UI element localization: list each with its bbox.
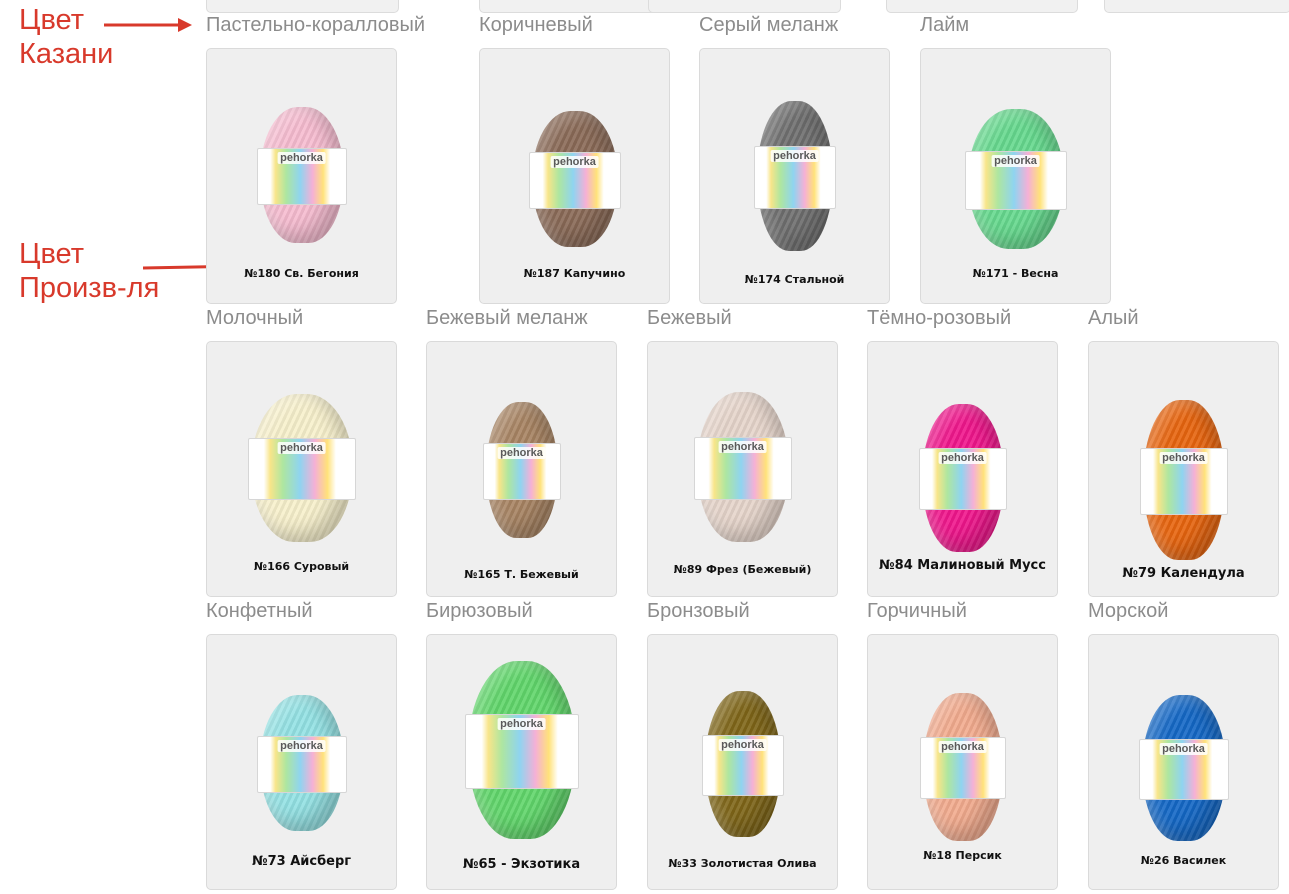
manufacturer-color-annotation: Цвет Произв-ля [19, 237, 159, 305]
yarn-label-band: pehorka [1138, 739, 1229, 800]
brand-logo: pehorka [1159, 743, 1208, 755]
manufacturer-color-label: №89 Фрез (Бежевый) [673, 563, 812, 576]
yarn-label-band: pehorka [964, 151, 1067, 210]
yarn-label-band: pehorka [247, 438, 356, 500]
yarn-label-band: pehorka [256, 148, 347, 205]
yarn-label-band: pehorka [918, 448, 1007, 510]
brand-logo: pehorka [718, 441, 767, 453]
brand-logo: pehorka [497, 447, 546, 459]
yarn-label-band: pehorka [528, 152, 621, 209]
card-stub [886, 0, 1078, 13]
kazan-color-name: Бронзовый [647, 600, 750, 622]
brand-logo: pehorka [770, 150, 819, 162]
brand-logo: pehorka [938, 741, 987, 753]
annotation-text: Цвет Казани [19, 4, 114, 70]
kazan-color-name: Бежевый [647, 307, 732, 329]
yarn-product-card[interactable]: pehorka №180 Св. Бегония [206, 48, 397, 304]
arrow-icon [104, 18, 192, 32]
kazan-color-name: Серый меланж [699, 14, 839, 36]
brand-logo: pehorka [277, 740, 326, 752]
manufacturer-color-label: №18 Персик [923, 849, 1002, 862]
card-stub [1104, 0, 1289, 13]
manufacturer-color-label: №174 Стальной [744, 273, 845, 286]
manufacturer-color-label: №73 Айсберг [251, 854, 352, 869]
kazan-color-name: Молочный [206, 307, 304, 329]
manufacturer-color-label: №79 Календула [1122, 566, 1245, 581]
yarn-product-card[interactable]: pehorka №165 Т. Бежевый [426, 341, 617, 597]
yarn-product-card[interactable]: pehorka №187 Капучино [479, 48, 670, 304]
brand-logo: pehorka [277, 152, 326, 164]
kazan-color-name: Морской [1088, 600, 1169, 622]
card-stub [206, 0, 399, 13]
kazan-color-name: Коричневый [479, 14, 593, 36]
yarn-label-band: pehorka [482, 443, 561, 500]
brand-logo: pehorka [991, 155, 1040, 167]
yarn-product-card[interactable]: pehorka №166 Суровый [206, 341, 397, 597]
manufacturer-color-label: №26 Василек [1140, 854, 1227, 867]
annotation-text: Цвет Произв-ля [19, 238, 160, 304]
kazan-color-name: Лайм [920, 14, 970, 36]
yarn-product-card[interactable]: pehorka №73 Айсберг [206, 634, 397, 890]
kazan-color-name: Бирюзовый [426, 600, 533, 622]
yarn-label-band: pehorka [919, 737, 1006, 799]
brand-logo: pehorka [497, 718, 546, 730]
yarn-product-card[interactable]: pehorka №33 Золотистая Олива [647, 634, 838, 890]
yarn-label-band: pehorka [1139, 448, 1228, 515]
yarn-product-card[interactable]: pehorka №26 Василек [1088, 634, 1279, 890]
yarn-label-band: pehorka [693, 437, 792, 500]
brand-logo: pehorka [1159, 452, 1208, 464]
kazan-color-name: Горчичный [867, 600, 967, 622]
yarn-label-band: pehorka [256, 736, 347, 793]
kazan-color-name: Конфетный [206, 600, 313, 622]
yarn-product-card[interactable]: pehorka №65 - Экзотика [426, 634, 617, 890]
brand-logo: pehorka [550, 156, 599, 168]
yarn-label-band: pehorka [464, 714, 579, 789]
brand-logo: pehorka [718, 739, 767, 751]
manufacturer-color-label: №187 Капучино [523, 267, 626, 280]
yarn-label-band: pehorka [701, 735, 784, 796]
manufacturer-color-label: №65 - Экзотика [462, 857, 581, 872]
yarn-product-card[interactable]: pehorka №79 Календула [1088, 341, 1279, 597]
kazan-color-name: Бежевый меланж [426, 307, 588, 329]
yarn-product-card[interactable]: pehorka №174 Стальной [699, 48, 890, 304]
brand-logo: pehorka [938, 452, 987, 464]
kazan-color-annotation: Цвет Казани [19, 3, 113, 71]
yarn-product-card[interactable]: pehorka №84 Малиновый Мусс [867, 341, 1058, 597]
yarn-label-band: pehorka [753, 146, 836, 209]
yarn-product-card[interactable]: pehorka №89 Фрез (Бежевый) [647, 341, 838, 597]
card-stub [648, 0, 841, 13]
manufacturer-color-label: №165 Т. Бежевый [464, 568, 579, 581]
kazan-color-name: Алый [1088, 307, 1139, 329]
kazan-color-name: Тёмно-розовый [867, 307, 1012, 329]
manufacturer-color-label: №171 - Весна [972, 267, 1059, 280]
manufacturer-color-label: №180 Св. Бегония [244, 267, 359, 280]
manufacturer-color-label: №33 Золотистая Олива [668, 857, 817, 870]
yarn-product-card[interactable]: pehorka №171 - Весна [920, 48, 1111, 304]
manufacturer-color-label: №166 Суровый [253, 560, 350, 573]
yarn-product-card[interactable]: pehorka №18 Персик [867, 634, 1058, 890]
card-stub [479, 0, 672, 13]
brand-logo: pehorka [277, 442, 326, 454]
kazan-color-name: Пастельно-коралловый [206, 14, 426, 36]
manufacturer-color-label: №84 Малиновый Мусс [879, 558, 1046, 573]
